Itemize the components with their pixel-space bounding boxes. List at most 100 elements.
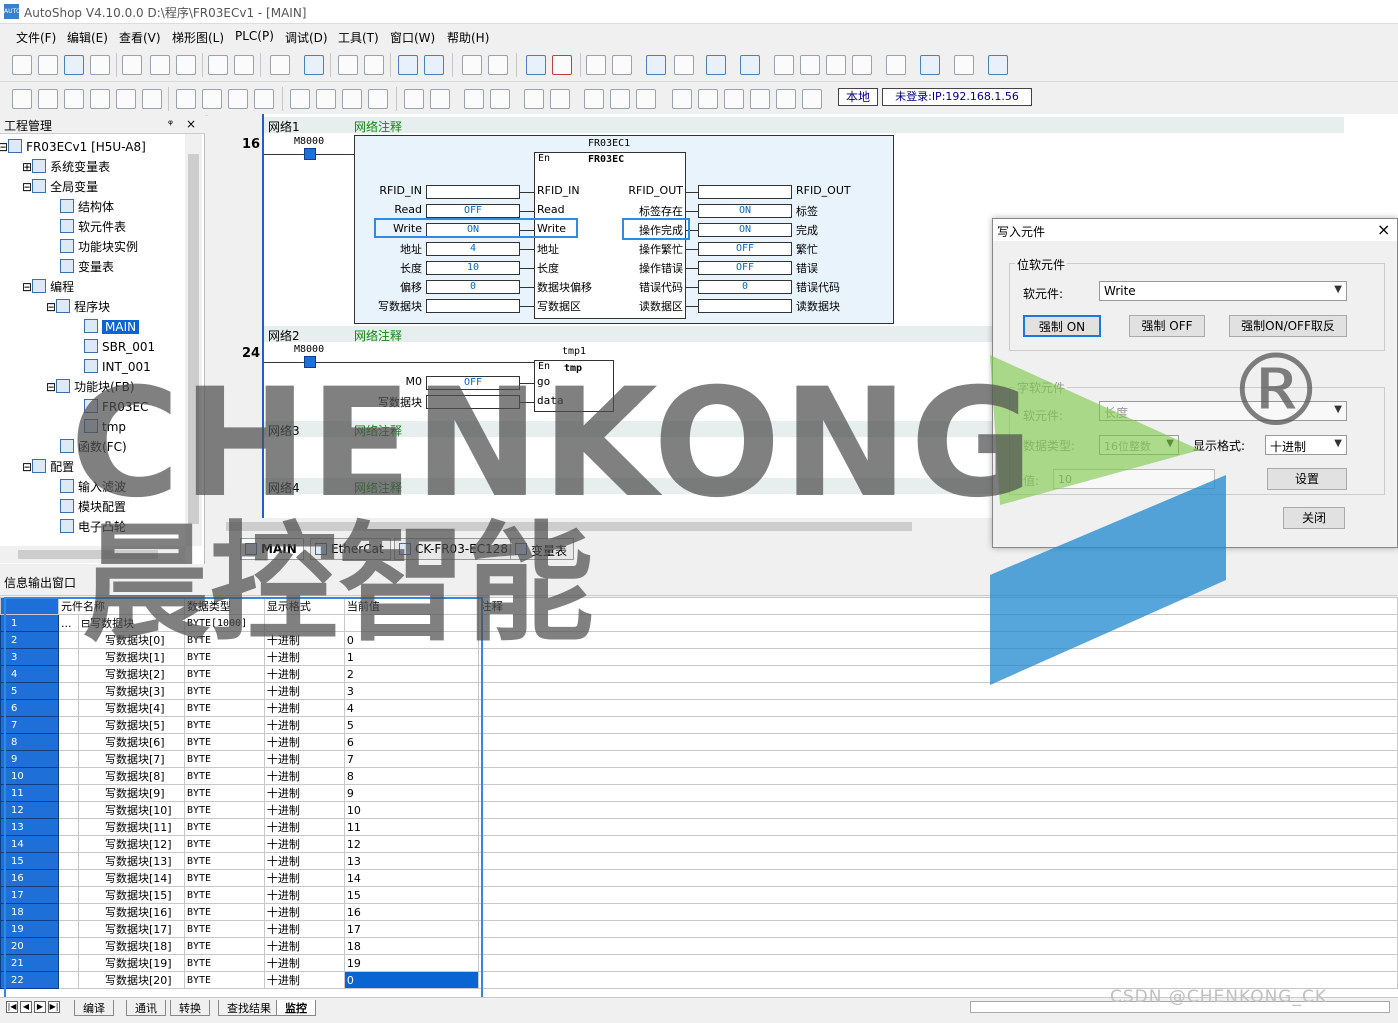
table-row[interactable]: 22 写数据块[20] BYTE 十进制 0: [0, 971, 1398, 989]
tree-item-19[interactable]: 电子凸轮: [60, 518, 126, 536]
st-mode-icon[interactable]: [64, 89, 84, 109]
tree-item-10[interactable]: SBR_001: [84, 338, 155, 356]
tree-item-15[interactable]: 函数(FC): [60, 438, 127, 456]
display-format[interactable]: 十进制: [263, 954, 345, 972]
tab-compile[interactable]: 编译: [74, 1000, 114, 1016]
distribute-icon[interactable]: [852, 55, 872, 75]
current-value[interactable]: 16: [343, 903, 479, 921]
current-value[interactable]: 5: [343, 716, 479, 734]
comment[interactable]: [477, 699, 1398, 717]
current-value[interactable]: 4: [343, 699, 479, 717]
display-format[interactable]: 十进制: [263, 716, 345, 734]
table-row[interactable]: 19 写数据块[17] BYTE 十进制 17: [0, 920, 1398, 938]
tree-item-11[interactable]: INT_001: [84, 358, 151, 376]
monitor-icon[interactable]: [646, 55, 666, 75]
input-value-box[interactable]: 10: [426, 261, 520, 275]
new-file-icon[interactable]: [12, 55, 32, 75]
table-row[interactable]: 13 写数据块[11] BYTE 十进制 11: [0, 818, 1398, 836]
col-header-comment[interactable]: 注释: [477, 597, 1398, 615]
tree-item-8[interactable]: ⊟ 程序块: [46, 298, 110, 316]
project-scrollbar-v[interactable]: [185, 134, 202, 546]
collapse-icon[interactable]: ⊟: [81, 617, 90, 630]
device-batch-icon[interactable]: [774, 55, 794, 75]
current-value[interactable]: 18: [343, 937, 479, 955]
undo-icon[interactable]: [208, 55, 228, 75]
display-format[interactable]: 十进制: [263, 971, 345, 989]
par-rising-icon[interactable]: [464, 89, 484, 109]
tab-main[interactable]: MAIN: [240, 538, 304, 560]
table-row[interactable]: 15 写数据块[13] BYTE 十进制 13: [0, 852, 1398, 870]
output-value-box[interactable]: 0: [698, 280, 792, 294]
col-header-name[interactable]: 元件名称: [57, 597, 185, 615]
vertical-line-icon[interactable]: [90, 89, 110, 109]
run-icon[interactable]: [526, 55, 546, 75]
tree-item-4[interactable]: 软元件表: [60, 218, 126, 236]
menu-plc[interactable]: PLC(P): [235, 29, 274, 43]
comment[interactable]: [477, 682, 1398, 700]
table-row[interactable]: 20 写数据块[18] BYTE 十进制 18: [0, 937, 1398, 955]
grid-corner[interactable]: [0, 597, 59, 615]
table-row[interactable]: 4 写数据块[2] BYTE 十进制 2: [0, 665, 1398, 683]
col-header-type[interactable]: 数据类型: [183, 597, 265, 615]
menu-view[interactable]: 查看(V): [119, 29, 161, 46]
coil-set-icon[interactable]: [368, 89, 388, 109]
upload-icon[interactable]: [612, 55, 632, 75]
current-value[interactable]: 13: [343, 852, 479, 870]
redo-icon[interactable]: [234, 55, 254, 75]
write-mode-icon[interactable]: [706, 55, 726, 75]
tree-item-14[interactable]: tmp: [84, 418, 126, 436]
delete-icon[interactable]: [270, 55, 290, 75]
current-value[interactable]: 7: [343, 750, 479, 768]
display-format[interactable]: 十进制: [263, 801, 345, 819]
comment[interactable]: [477, 631, 1398, 649]
tab-ck-fr03-ec128[interactable]: CK-FR03-EC128: [394, 538, 516, 560]
contact-m8000[interactable]: [304, 148, 316, 160]
display-format[interactable]: 十进制: [263, 665, 345, 683]
device-list-icon[interactable]: [800, 55, 820, 75]
table-row[interactable]: 21 写数据块[19] BYTE 十进制 19: [0, 954, 1398, 972]
next-tab-icon[interactable]: ▶: [34, 1001, 46, 1013]
up-arrow-icon[interactable]: [776, 89, 796, 109]
comment[interactable]: [477, 971, 1398, 989]
comment[interactable]: [477, 852, 1398, 870]
current-value[interactable]: 0: [343, 631, 479, 649]
tree-item-6[interactable]: 变量表: [60, 258, 114, 276]
menu-edit[interactable]: 编辑(E): [67, 29, 108, 46]
compile-all-icon[interactable]: [488, 55, 508, 75]
comment[interactable]: [477, 903, 1398, 921]
force-off-button[interactable]: 强制 OFF: [1129, 315, 1205, 337]
lock-icon[interactable]: [886, 55, 906, 75]
expander-icon[interactable]: ⊞: [22, 160, 32, 174]
current-value[interactable]: 1: [343, 648, 479, 666]
falling-edge-icon[interactable]: [430, 89, 450, 109]
input-value-box[interactable]: [426, 299, 520, 313]
menu-window[interactable]: 窗口(W): [390, 29, 435, 46]
table-row[interactable]: 18 写数据块[16] BYTE 十进制 16: [0, 903, 1398, 921]
stop-icon[interactable]: [552, 55, 572, 75]
close-icon[interactable]: ×: [186, 117, 196, 131]
down-line-icon[interactable]: [802, 89, 822, 109]
save-all-icon[interactable]: [90, 55, 110, 75]
current-value[interactable]: 15: [343, 886, 479, 904]
hline-icon[interactable]: [290, 89, 310, 109]
tab-search-results[interactable]: 查找结果: [218, 1000, 280, 1016]
tree-item-16[interactable]: ⊟ 配置: [22, 458, 74, 476]
fc-insert-icon[interactable]: [636, 89, 656, 109]
comment[interactable]: [477, 801, 1398, 819]
current-value[interactable]: 0: [343, 971, 479, 989]
coil-icon[interactable]: [342, 89, 362, 109]
open-folder-icon[interactable]: [38, 55, 58, 75]
pin-icon[interactable]: ᵠ: [168, 117, 173, 131]
input-value-box[interactable]: 0: [426, 280, 520, 294]
prev-tab-icon[interactable]: ◀: [20, 1001, 32, 1013]
expander-icon[interactable]: ⊟: [46, 380, 56, 394]
edit-icon[interactable]: [740, 55, 760, 75]
col-header-value[interactable]: 当前值: [343, 597, 479, 615]
current-value[interactable]: 19: [343, 954, 479, 972]
current-value[interactable]: 11: [343, 818, 479, 836]
input-value-box[interactable]: OFF: [426, 376, 520, 390]
output-value-box[interactable]: OFF: [698, 242, 792, 256]
tree-item-13[interactable]: FR03EC: [84, 398, 148, 416]
logout-icon[interactable]: [954, 55, 974, 75]
local-button[interactable]: 本地: [838, 88, 878, 106]
